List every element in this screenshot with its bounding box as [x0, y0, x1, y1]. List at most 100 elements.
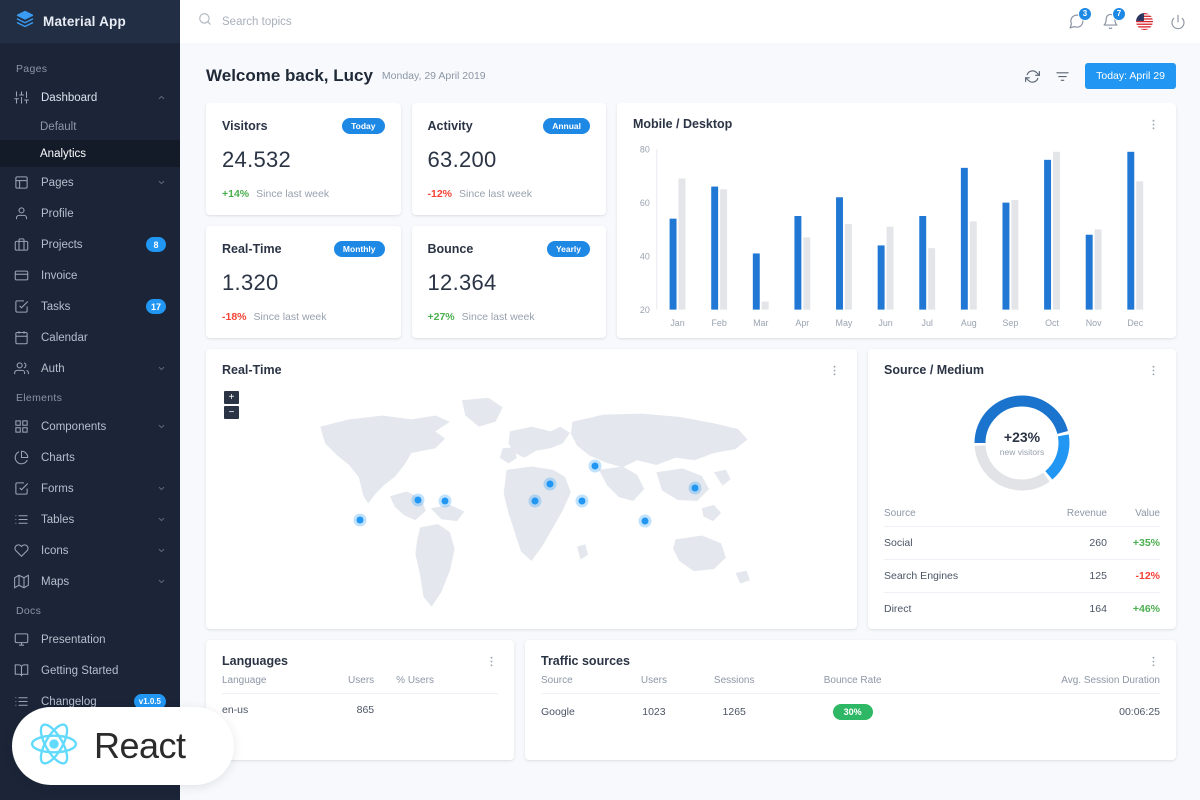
calendar-icon — [14, 330, 29, 345]
search-box[interactable] — [198, 12, 1068, 31]
sidebar-item-pages[interactable]: Pages — [0, 167, 180, 198]
more-options-icon[interactable] — [485, 655, 498, 668]
chart-title: Mobile / Desktop — [633, 117, 733, 131]
sidebar-item-icons[interactable]: Icons — [0, 535, 180, 566]
notifications-icon[interactable]: 7 — [1102, 7, 1126, 30]
cell-bounce-rate: 30% — [783, 693, 923, 730]
stat-cards: Visitors Today 24.532 +14% Since last we… — [206, 103, 606, 338]
map-marker[interactable] — [543, 477, 557, 491]
table-row[interactable]: Social 260 +35% — [884, 526, 1160, 560]
col-source: Source — [541, 675, 573, 686]
stat-card-visitors[interactable]: Visitors Today 24.532 +14% Since last we… — [206, 103, 401, 215]
stat-value: 12.364 — [427, 270, 497, 295]
sidebar-item-label: Profile — [41, 207, 74, 220]
sidebar-item-presentation[interactable]: Presentation — [0, 624, 180, 655]
sidebar-item-calendar[interactable]: Calendar — [0, 322, 180, 353]
sidebar-item-projects[interactable]: Projects 8 — [0, 229, 180, 260]
map-marker[interactable] — [588, 459, 602, 473]
stat-title: Real-Time — [222, 242, 282, 256]
donut-center-label: +23% new visitors — [970, 391, 1074, 495]
table-row[interactable]: Direct 164 +46% — [884, 592, 1160, 625]
sidebar-item-invoice[interactable]: Invoice — [0, 260, 180, 291]
table-row[interactable]: Search Engines 125 -12% — [884, 559, 1160, 593]
more-options-icon[interactable] — [828, 364, 841, 377]
map-marker[interactable] — [438, 494, 452, 508]
stat-value: 63.200 — [427, 147, 497, 172]
table-row[interactable]: en-us 865 — [222, 693, 498, 726]
sidebar-item-maps[interactable]: Maps — [0, 566, 180, 597]
more-options-icon[interactable] — [1147, 118, 1160, 131]
map-marker[interactable] — [353, 513, 367, 527]
sidebar-item-label: Auth — [41, 362, 65, 375]
map-marker[interactable] — [528, 494, 542, 508]
sidebar: Material App Pages Dashboard Default Ana… — [0, 0, 180, 800]
donut-chart-wrap: +23% new visitors — [868, 377, 1176, 501]
sliders-icon — [14, 90, 29, 105]
briefcase-icon — [14, 237, 29, 252]
power-icon[interactable] — [1170, 14, 1186, 30]
us-flag-icon[interactable] — [1136, 13, 1153, 30]
cell-value: -12% — [1106, 559, 1160, 593]
map-title: Real-Time — [222, 363, 282, 377]
svg-text:Apr: Apr — [795, 318, 809, 328]
more-options-icon[interactable] — [1147, 364, 1160, 377]
world-map[interactable] — [216, 381, 847, 621]
cell-users: 1023 — [622, 693, 686, 730]
sidebar-item-label: Tables — [41, 513, 75, 526]
col-language: Language — [222, 675, 267, 686]
svg-text:Dec: Dec — [1127, 318, 1143, 328]
sidebar-item-auth[interactable]: Auth — [0, 353, 180, 384]
sidebar-subitem-analytics[interactable]: Analytics — [0, 140, 180, 167]
map-zoom-out-button[interactable]: − — [224, 406, 239, 419]
react-label: React — [94, 725, 186, 766]
page-title: Welcome back, Lucy — [206, 66, 373, 85]
stat-card-bounce[interactable]: Bounce Yearly 12.364 +27% Since last wee… — [411, 226, 606, 338]
search-input[interactable] — [222, 15, 522, 28]
svg-text:Jan: Jan — [670, 318, 684, 328]
map-marker[interactable] — [638, 514, 652, 528]
table-row[interactable]: Google 1023 1265 30% 00:06:25 — [541, 693, 1160, 730]
refresh-icon[interactable] — [1025, 69, 1041, 84]
today-button[interactable]: Today: April 29 — [1085, 63, 1176, 89]
map-zoom-in-button[interactable]: + — [224, 391, 239, 404]
cell-revenue: 164 — [1028, 592, 1107, 625]
sidebar-item-components[interactable]: Components — [0, 411, 180, 442]
filter-icon[interactable] — [1055, 69, 1070, 84]
map-marker[interactable] — [411, 493, 425, 507]
map-marker[interactable] — [575, 494, 589, 508]
languages-card: Languages Language Users % Users en-us 8… — [206, 640, 514, 760]
sidebar-item-label: Pages — [41, 176, 74, 189]
brand-logo[interactable]: Material App — [0, 0, 180, 43]
sidebar-item-tasks[interactable]: Tasks 17 — [0, 291, 180, 322]
svg-text:Sep: Sep — [1002, 318, 1018, 328]
list-icon — [14, 512, 29, 527]
more-options-icon[interactable] — [1147, 655, 1160, 668]
sidebar-item-dashboard[interactable]: Dashboard — [0, 82, 180, 113]
react-atom-icon — [28, 718, 80, 775]
react-badge[interactable]: React — [12, 707, 234, 785]
sidebar-item-charts[interactable]: Charts — [0, 442, 180, 473]
languages-table-wrap: Language Users % Users en-us 865 — [206, 668, 514, 726]
page-header-actions: Today: April 29 — [1025, 63, 1176, 89]
cell-revenue: 260 — [1028, 526, 1107, 560]
sidebar-item-profile[interactable]: Profile — [0, 198, 180, 229]
svg-text:Jun: Jun — [878, 318, 892, 328]
stat-period-badge: Today — [342, 118, 385, 134]
stat-card-activity[interactable]: Activity Annual 63.200 -12% Since last w… — [411, 103, 606, 215]
sidebar-item-getting-started[interactable]: Getting Started — [0, 655, 180, 686]
sidebar-item-label: Dashboard — [41, 91, 98, 104]
source-medium-card: Source / Medium +23% new visitors Source… — [868, 349, 1176, 629]
col-users: Users — [348, 675, 375, 686]
stat-change-label: Since last week — [459, 188, 532, 200]
sidebar-item-label: Getting Started — [41, 664, 119, 677]
sidebar-item-tables[interactable]: Tables — [0, 504, 180, 535]
sidebar-subitem-default[interactable]: Default — [0, 113, 180, 140]
donut-chart: +23% new visitors — [970, 391, 1074, 495]
cell-value: +35% — [1106, 526, 1160, 560]
donut-value: +23% — [1003, 429, 1041, 445]
map-marker[interactable] — [688, 481, 702, 495]
messages-icon[interactable]: 3 — [1068, 7, 1092, 30]
check-square-icon — [14, 299, 29, 314]
sidebar-item-forms[interactable]: Forms — [0, 473, 180, 504]
stat-card-realtime[interactable]: Real-Time Monthly 1.320 -18% Since last … — [206, 226, 401, 338]
